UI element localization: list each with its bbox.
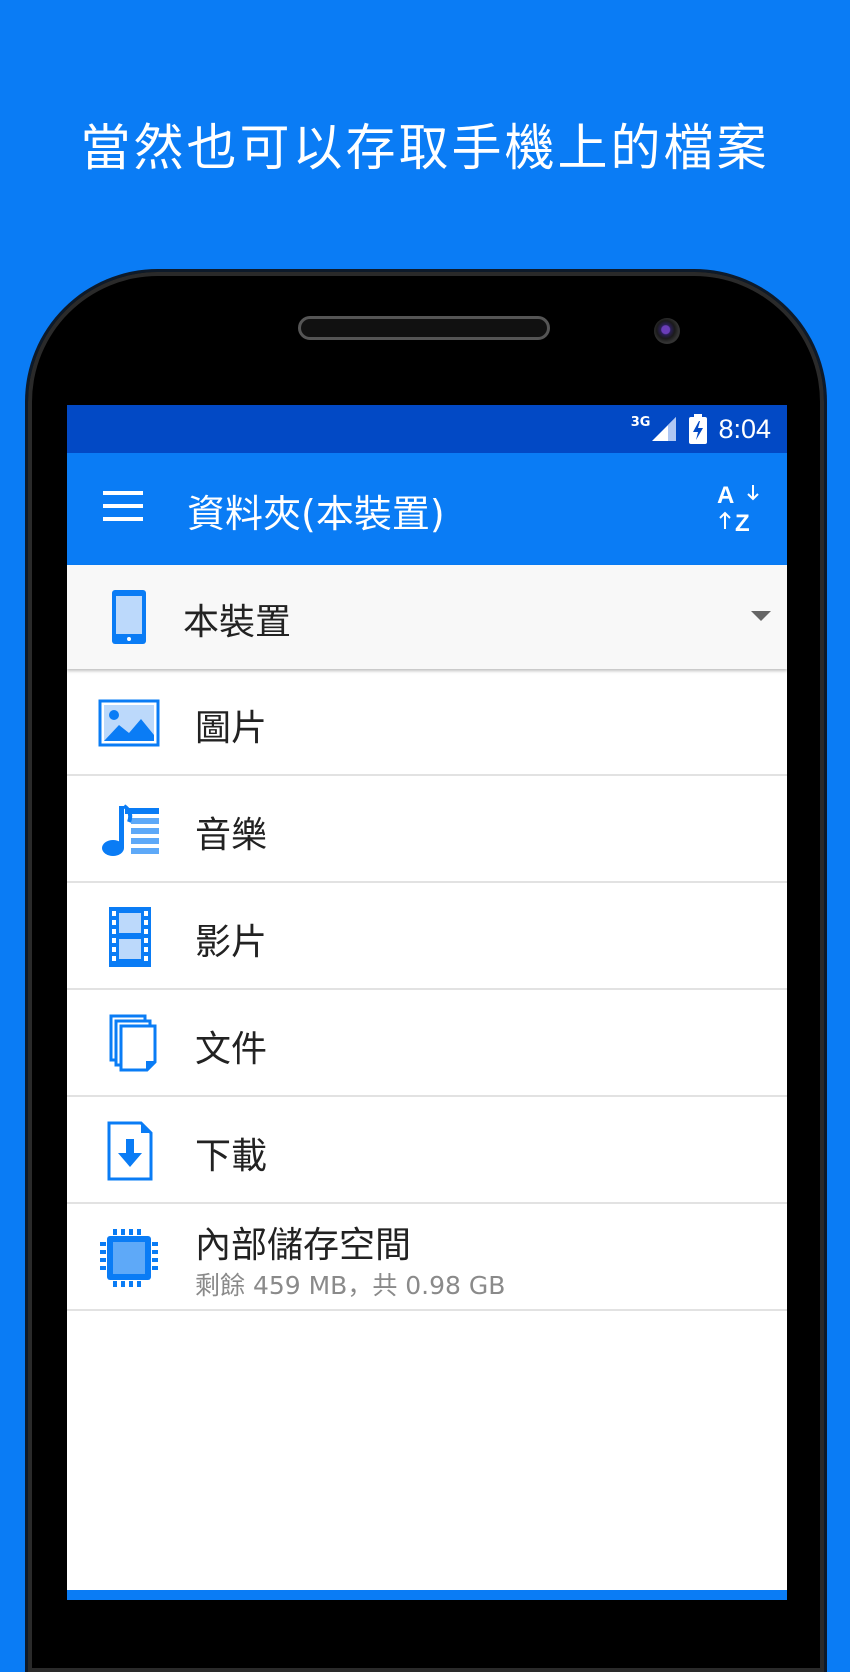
promo-headline: 當然也可以存取手機上的檔案 <box>80 119 770 177</box>
folder-item-videos[interactable]: 影片 <box>67 883 787 990</box>
film-icon <box>109 907 151 967</box>
folder-item-internal-storage[interactable]: 內部儲存空間 剩餘 459 MB，共 0.98 GB <box>67 1204 787 1311</box>
menu-icon[interactable] <box>103 491 143 523</box>
phone-device-icon <box>112 590 146 644</box>
chip-icon <box>100 1229 158 1287</box>
app-bar-title: 資料夾(本裝置) <box>187 492 445 536</box>
device-selector-label: 本裝置 <box>183 602 292 643</box>
storage-usage: 剩餘 459 MB，共 0.98 GB <box>195 1271 506 1300</box>
device-selector[interactable]: 本裝置 <box>67 565 787 669</box>
svg-text:Z: Z <box>735 510 750 535</box>
folder-label: 文件 <box>195 1029 268 1070</box>
status-time: 8:04 <box>718 413 771 444</box>
folder-label: 影片 <box>195 922 268 963</box>
signal-icon <box>652 417 677 441</box>
folder-list: 圖片 音樂 影片 文件 下載 內部儲存空間 剩餘 459 MB，共 0.98 G… <box>67 669 787 1311</box>
folder-item-images[interactable]: 圖片 <box>67 669 787 776</box>
bottom-bar-edge <box>67 1590 787 1600</box>
music-icon <box>102 804 159 856</box>
folder-label: 下載 <box>195 1136 268 1177</box>
folder-label: 圖片 <box>195 708 268 749</box>
app-bar: 資料夾(本裝置) A Z <box>67 453 787 565</box>
folder-item-music[interactable]: 音樂 <box>67 776 787 883</box>
folder-label: 音樂 <box>195 815 268 856</box>
battery-charging-icon <box>689 414 708 444</box>
download-icon <box>107 1121 153 1181</box>
folder-item-downloads[interactable]: 下載 <box>67 1097 787 1204</box>
documents-icon <box>109 1014 157 1072</box>
sort-az-icon[interactable]: A Z <box>713 481 767 535</box>
status-bar: 3G 8:04 <box>67 405 787 453</box>
svg-text:A: A <box>717 482 734 509</box>
phone-screen: 3G 8:04 資料夾(本裝置) A Z 本裝置 圖片 音樂 影片 文件 下載 … <box>67 405 787 1600</box>
folder-label: 內部儲存空間 <box>195 1225 412 1266</box>
phone-camera <box>654 318 680 344</box>
phone-speaker <box>298 316 550 340</box>
chevron-down-icon <box>751 611 771 621</box>
image-icon <box>98 699 160 747</box>
folder-item-documents[interactable]: 文件 <box>67 990 787 1097</box>
